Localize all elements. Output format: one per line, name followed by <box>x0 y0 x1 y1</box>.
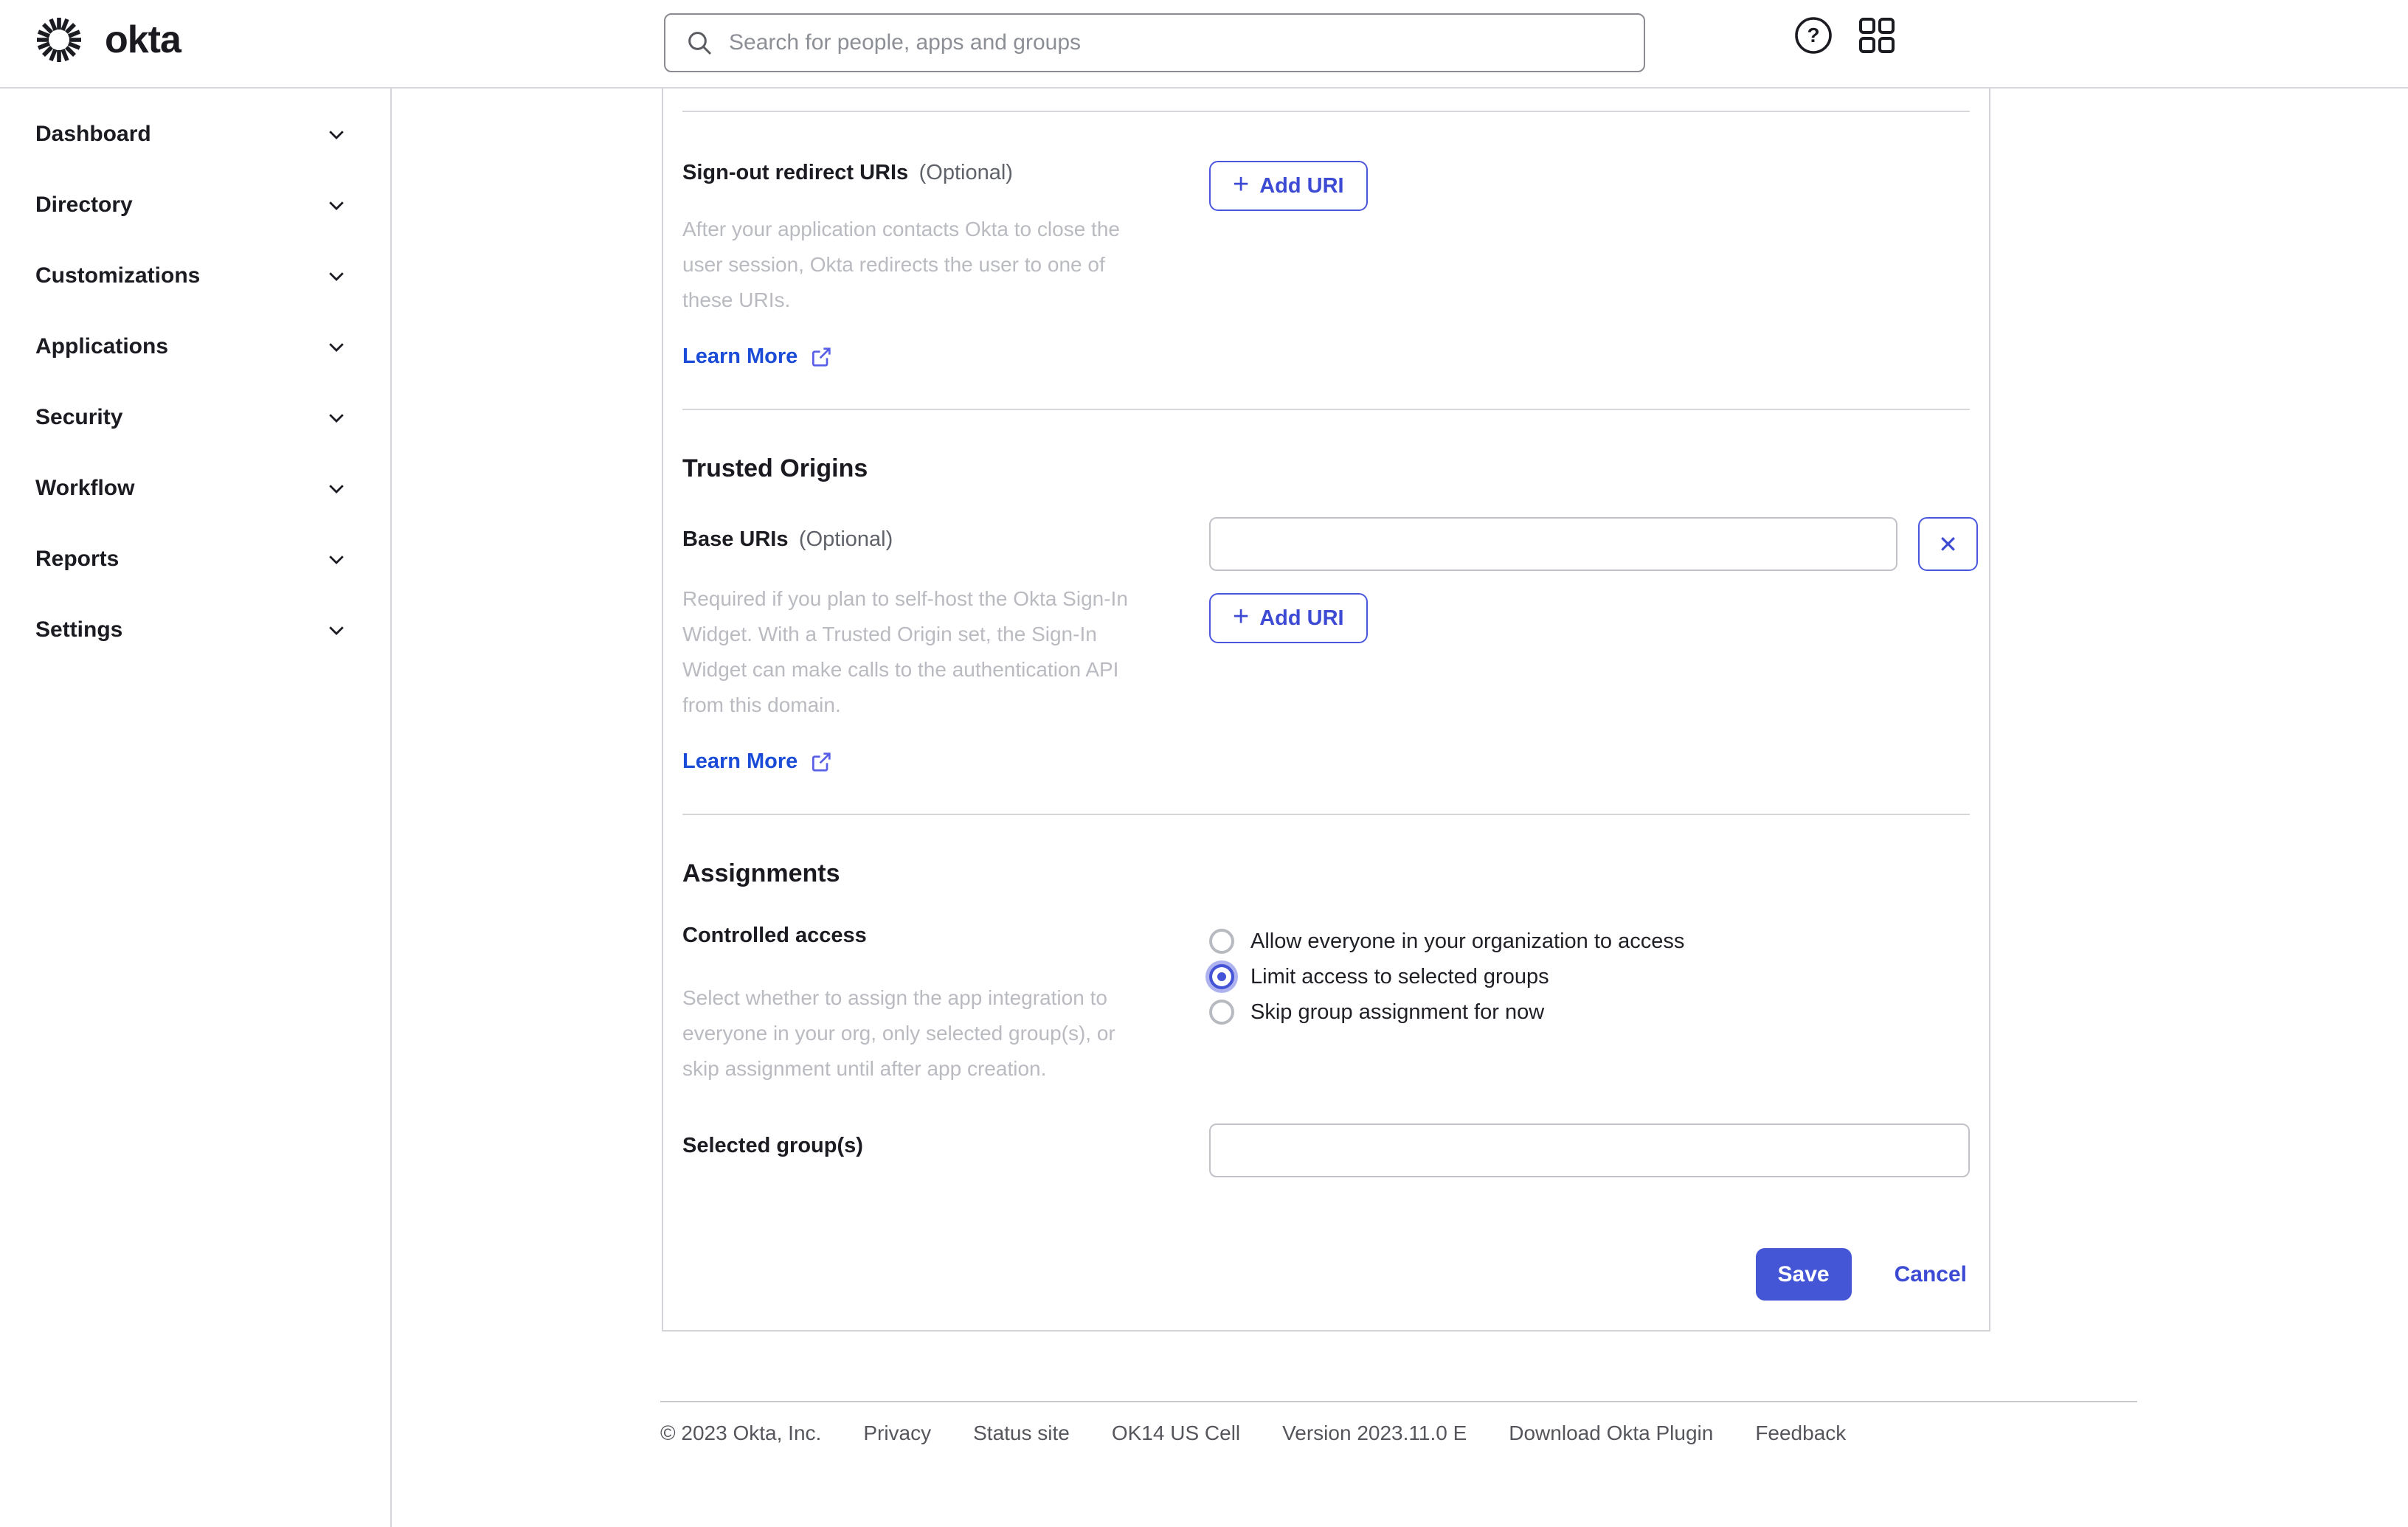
app-switcher-button[interactable] <box>1855 13 1899 58</box>
chevron-down-icon <box>325 548 347 570</box>
remove-uri-button[interactable]: ✕ <box>1918 517 1978 571</box>
trusted-origins-add-uri-button[interactable]: + Add URI <box>1209 593 1368 643</box>
form-actions: Save Cancel <box>682 1248 1970 1301</box>
section-divider <box>682 814 1970 815</box>
help-button[interactable]: ? <box>1791 13 1836 58</box>
sidebar-item-dashboard[interactable]: Dashboard <box>0 99 390 170</box>
controlled-access-description: Select whether to assign the app integra… <box>682 986 1115 1080</box>
footer-link-privacy[interactable]: Privacy <box>863 1422 931 1445</box>
base-uris-label: Base URIs <box>682 527 789 551</box>
assignments-heading: Assignments <box>682 859 840 887</box>
optional-tag: (Optional) <box>918 161 1013 184</box>
controlled-access-label: Controlled access <box>682 924 867 947</box>
page-footer: © 2023 Okta, Inc. Privacy Status site OK… <box>660 1401 2137 1445</box>
okta-logo[interactable]: okta <box>30 10 181 69</box>
sidebar-item-customizations[interactable]: Customizations <box>0 240 390 311</box>
external-link-icon <box>809 750 833 774</box>
app-header: okta ? <box>0 0 2408 89</box>
section-divider <box>682 89 1970 112</box>
radio-icon <box>1209 929 1234 954</box>
signout-redirect-section: Sign-out redirect URIs (Optional) After … <box>682 161 1970 369</box>
sidebar-item-directory[interactable]: Directory <box>0 170 390 240</box>
radio-icon <box>1209 1000 1234 1025</box>
radio-icon <box>1209 964 1234 989</box>
sidebar-item-workflow[interactable]: Workflow <box>0 453 390 524</box>
footer-link-feedback[interactable]: Feedback <box>1755 1422 1846 1445</box>
footer-link-download-plugin[interactable]: Download Okta Plugin <box>1509 1422 1713 1445</box>
selected-groups-section: Selected group(s) <box>682 1123 1970 1177</box>
footer-cell-text: OK14 US Cell <box>1111 1422 1241 1444</box>
section-divider <box>682 409 1970 410</box>
chevron-down-icon <box>325 123 347 145</box>
chevron-down-icon <box>325 406 347 429</box>
sidebar-item-applications[interactable]: Applications <box>0 311 390 382</box>
plus-icon: + <box>1233 601 1250 632</box>
question-circle-icon: ? <box>1793 15 1833 55</box>
selected-groups-input[interactable] <box>1209 1123 1970 1177</box>
optional-tag: (Optional) <box>798 527 893 551</box>
plus-icon: + <box>1233 169 1250 200</box>
controlled-access-section: Controlled access Select whether to assi… <box>682 924 1970 1087</box>
global-search[interactable] <box>664 13 1645 72</box>
footer-version-text: Version 2023.11.0 E <box>1282 1422 1467 1444</box>
selected-groups-label: Selected group(s) <box>682 1134 863 1157</box>
cancel-button[interactable]: Cancel <box>1895 1262 1967 1287</box>
app-settings-card: Sign-out redirect URIs (Optional) After … <box>662 89 1990 1332</box>
chevron-down-icon <box>325 619 347 641</box>
base-uris-description: Required if you plan to self-host the Ok… <box>682 587 1128 716</box>
chevron-down-icon <box>325 336 347 358</box>
sidebar-nav: Dashboard Directory Customizations Appli… <box>0 89 392 1527</box>
sidebar-item-reports[interactable]: Reports <box>0 524 390 595</box>
chevron-down-icon <box>325 194 347 216</box>
radio-limit-access[interactable]: Limit access to selected groups <box>1209 959 1970 994</box>
trusted-origins-section: Base URIs (Optional) Required if you pla… <box>682 517 1978 774</box>
footer-link-status-site[interactable]: Status site <box>973 1422 1070 1445</box>
external-link-icon <box>809 345 833 369</box>
search-input[interactable] <box>729 30 1625 55</box>
signout-uris-label: Sign-out redirect URIs <box>682 161 909 184</box>
brand-wordmark: okta <box>105 18 181 61</box>
signout-learn-more-link[interactable]: Learn More <box>682 344 833 369</box>
chevron-down-icon <box>325 477 347 499</box>
radio-allow-everyone[interactable]: Allow everyone in your organization to a… <box>1209 924 1970 959</box>
sidebar-item-settings[interactable]: Settings <box>0 595 390 665</box>
signout-uris-description: After your application contacts Okta to … <box>682 218 1120 311</box>
signout-add-uri-button[interactable]: + Add URI <box>1209 161 1368 211</box>
save-button[interactable]: Save <box>1755 1248 1852 1301</box>
okta-sunburst-icon <box>30 10 89 69</box>
svg-text:?: ? <box>1807 24 1819 46</box>
search-icon <box>685 28 714 58</box>
radio-skip-assignment[interactable]: Skip group assignment for now <box>1209 994 1970 1030</box>
x-icon: ✕ <box>1938 530 1958 558</box>
trusted-origins-heading: Trusted Origins <box>682 454 868 482</box>
grid-squares-icon <box>1858 16 1896 55</box>
trusted-origins-learn-more-link[interactable]: Learn More <box>682 749 833 774</box>
sidebar-item-security[interactable]: Security <box>0 382 390 453</box>
base-uri-input[interactable] <box>1209 517 1897 571</box>
copyright-text: © 2023 Okta, Inc. <box>660 1422 822 1444</box>
chevron-down-icon <box>325 265 347 287</box>
